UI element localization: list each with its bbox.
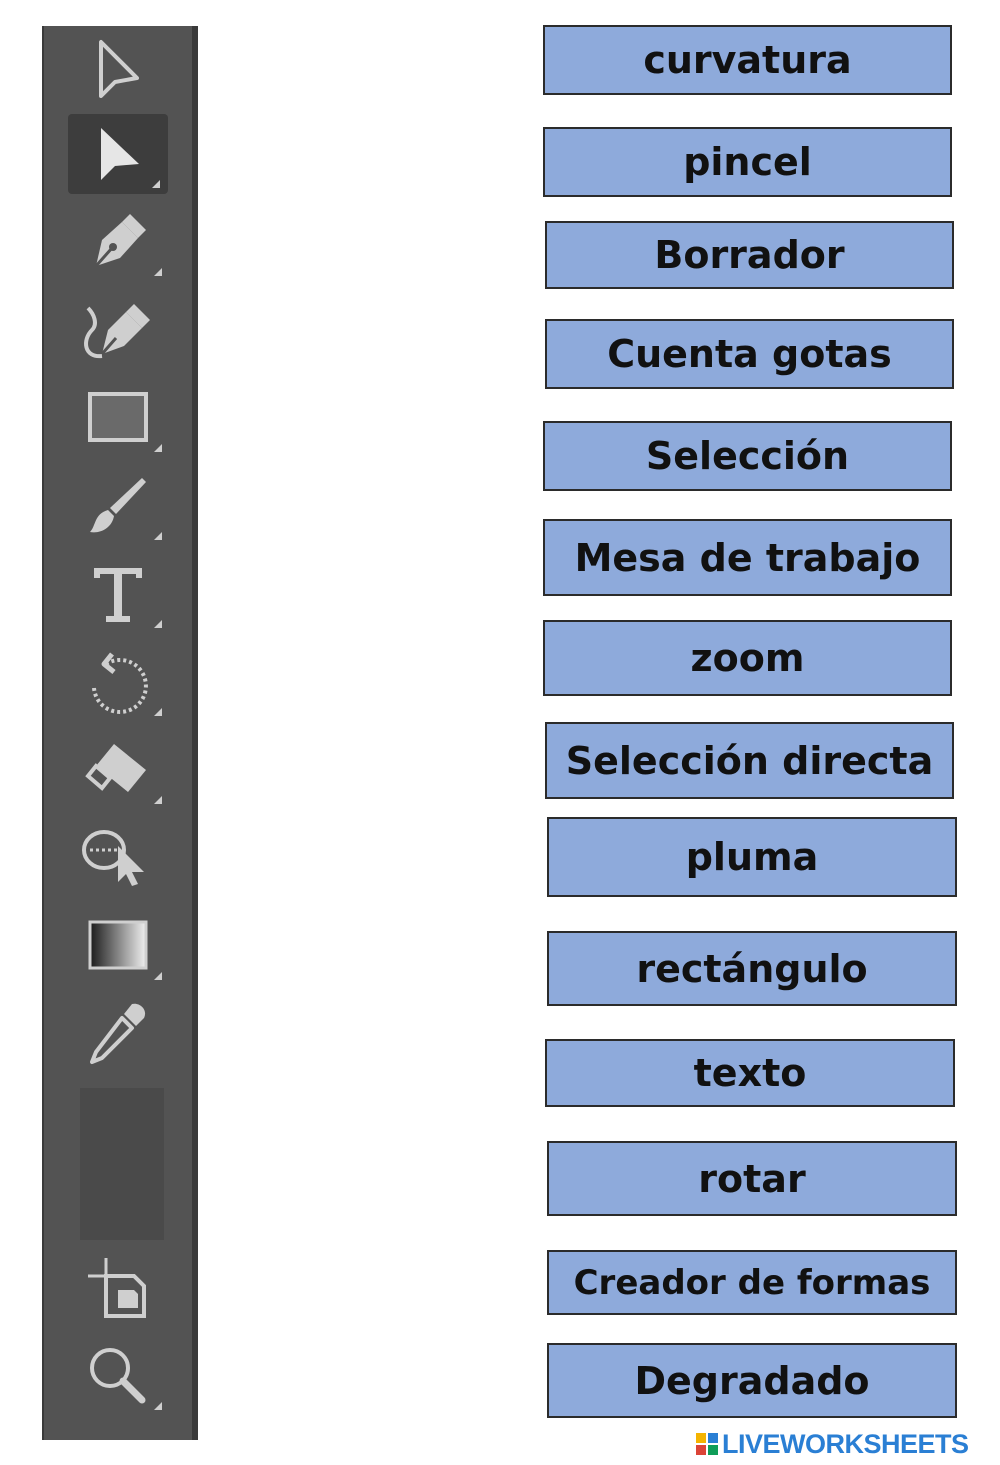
direct-selection-tool[interactable] bbox=[68, 114, 168, 194]
logo-mark-icon bbox=[696, 1433, 718, 1455]
submenu-indicator bbox=[154, 796, 162, 804]
submenu-indicator bbox=[154, 708, 162, 716]
curvature-tool[interactable] bbox=[66, 290, 170, 370]
eraser-tool[interactable] bbox=[66, 730, 170, 810]
eyedropper-icon bbox=[90, 1003, 146, 1064]
gradient-tool[interactable] bbox=[66, 906, 170, 986]
word-card[interactable]: pluma bbox=[547, 817, 957, 897]
gradient-icon bbox=[88, 920, 148, 970]
word-card[interactable]: rectángulo bbox=[547, 931, 957, 1006]
logo-text: LIVEWORKSHEETS bbox=[722, 1428, 969, 1459]
type-tool[interactable] bbox=[66, 554, 170, 634]
curvature-pen-icon bbox=[84, 304, 150, 359]
rotate-tool[interactable] bbox=[66, 642, 170, 722]
artboard-icon bbox=[88, 1258, 146, 1318]
word-card[interactable]: rotar bbox=[547, 1141, 957, 1216]
shape-builder-icon bbox=[82, 830, 144, 886]
zoom-tool[interactable] bbox=[66, 1336, 170, 1416]
paintbrush-tool[interactable] bbox=[66, 466, 170, 546]
word-card[interactable]: Cuenta gotas bbox=[545, 319, 954, 389]
word-card[interactable]: Selección bbox=[543, 421, 952, 491]
word-card[interactable]: curvatura bbox=[543, 25, 952, 95]
word-card[interactable]: Mesa de trabajo bbox=[543, 519, 952, 596]
artboard-tool[interactable] bbox=[66, 1248, 170, 1328]
word-card[interactable]: zoom bbox=[543, 620, 952, 696]
pen-icon bbox=[94, 214, 146, 267]
selection-tool[interactable] bbox=[66, 30, 170, 110]
rotate-icon bbox=[92, 652, 148, 714]
submenu-indicator bbox=[154, 972, 162, 980]
submenu-indicator bbox=[152, 180, 160, 188]
type-icon bbox=[94, 568, 142, 622]
eraser-icon bbox=[85, 744, 146, 792]
word-card[interactable]: texto bbox=[545, 1039, 955, 1107]
submenu-indicator bbox=[154, 1402, 162, 1410]
direct-selection-arrow-icon bbox=[101, 128, 139, 180]
rectangle-tool[interactable] bbox=[66, 378, 170, 458]
pen-tool[interactable] bbox=[66, 202, 170, 282]
word-card[interactable]: pincel bbox=[543, 127, 952, 197]
submenu-indicator bbox=[154, 532, 162, 540]
submenu-indicator bbox=[154, 268, 162, 276]
word-card[interactable]: Selección directa bbox=[545, 722, 954, 799]
submenu-indicator bbox=[154, 444, 162, 452]
tools-panel bbox=[42, 26, 198, 1440]
word-card[interactable]: Degradado bbox=[547, 1343, 957, 1418]
liveworksheets-logo: LIVEWORKSHEETS bbox=[696, 1428, 969, 1459]
submenu-indicator bbox=[154, 620, 162, 628]
shape-builder-tool[interactable] bbox=[66, 818, 170, 898]
selection-arrow-outline-icon bbox=[99, 40, 139, 98]
word-card[interactable]: Creador de formas bbox=[547, 1250, 957, 1315]
eyedropper-tool[interactable] bbox=[66, 994, 170, 1074]
paintbrush-icon bbox=[90, 478, 146, 533]
rectangle-icon bbox=[88, 392, 148, 442]
word-card[interactable]: Borrador bbox=[545, 221, 954, 289]
color-swatch-area[interactable] bbox=[80, 1088, 164, 1240]
zoom-icon bbox=[90, 1348, 146, 1404]
